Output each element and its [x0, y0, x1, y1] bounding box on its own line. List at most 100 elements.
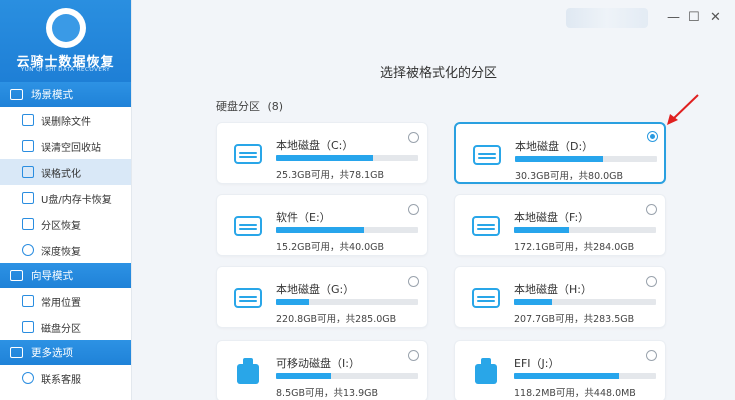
- usage-bar: [276, 227, 418, 233]
- partition-stats: 8.5GB可用，共13.9GB: [276, 388, 379, 399]
- usage-bar-fill: [276, 155, 373, 161]
- partition-radio[interactable]: [408, 132, 419, 143]
- hard-drive-icon: [234, 284, 262, 310]
- nav-section-label: 更多选项: [31, 347, 73, 359]
- usage-bar: [276, 299, 418, 305]
- partition-name: 本地磁盘（F:）: [514, 211, 590, 224]
- usage-bar: [276, 373, 418, 379]
- partition-card[interactable]: 软件（E:） 15.2GB可用，共40.0GB: [216, 194, 428, 256]
- sidebar-item-common-location[interactable]: 常用位置: [0, 288, 131, 314]
- hard-drive-icon: [234, 212, 262, 238]
- partition-stats: 30.3GB可用，共80.0GB: [515, 171, 624, 182]
- partition-card[interactable]: 可移动磁盘（I:） 8.5GB可用，共13.9GB: [216, 340, 428, 400]
- sidebar-item-label: 联系客服: [41, 374, 81, 386]
- usage-bar: [514, 373, 656, 379]
- sidebar-item-formatted[interactable]: 误格式化: [0, 159, 131, 185]
- usb-card-icon: [22, 192, 34, 204]
- nav-section-scene-mode[interactable]: 场景模式: [0, 82, 131, 107]
- partition-radio[interactable]: [408, 350, 419, 361]
- sidebar-item-label: 深度恢复: [41, 246, 81, 258]
- partition-radio[interactable]: [408, 276, 419, 287]
- usage-bar-fill: [515, 156, 604, 162]
- partition-card[interactable]: 本地磁盘（H:） 207.7GB可用，共283.5GB: [454, 266, 666, 328]
- usage-bar-fill: [276, 299, 309, 305]
- partition-stats: 172.1GB可用，共284.0GB: [514, 242, 635, 253]
- nav-section-label: 场景模式: [31, 89, 73, 101]
- menu-icon: [10, 347, 23, 358]
- trash-icon: [22, 114, 34, 126]
- partition-radio[interactable]: [646, 276, 657, 287]
- sidebar-item-disk-partition[interactable]: 磁盘分区: [0, 314, 131, 340]
- partition-name: 本地磁盘（D:）: [515, 140, 594, 153]
- usage-bar-fill: [514, 299, 553, 305]
- partition-radio[interactable]: [408, 204, 419, 215]
- partition-radio[interactable]: [646, 204, 657, 215]
- sidebar-item-label: 误格式化: [41, 168, 81, 180]
- partition-card[interactable]: 本地磁盘（G:） 220.8GB可用，共285.0GB: [216, 266, 428, 328]
- partition-card[interactable]: EFI（J:） 118.2MB可用，共448.0MB: [454, 340, 666, 400]
- partition-stats: 25.3GB可用，共78.1GB: [276, 170, 385, 181]
- sidebar-item-label: 磁盘分区: [41, 323, 81, 335]
- usage-bar-fill: [276, 227, 365, 233]
- main-panel: 选择被格式化的分区 硬盘分区 (8) 本地磁盘（C:） 25.3GB可用，共78.…: [132, 0, 735, 400]
- sidebar-item-recycle-bin[interactable]: 误清空回收站: [0, 133, 131, 159]
- nav-section-label: 向导模式: [31, 270, 73, 282]
- scene-mode-icon: [10, 89, 23, 100]
- partition-name: 软件（E:）: [276, 211, 331, 224]
- red-arrow-annotation: [667, 94, 699, 125]
- partition-stats: 220.8GB可用，共285.0GB: [276, 314, 397, 325]
- app-logo-icon: [46, 8, 86, 48]
- usage-bar: [514, 227, 656, 233]
- partition-name: 本地磁盘（H:）: [514, 283, 592, 296]
- usage-bar-fill: [514, 227, 570, 233]
- sidebar-item-usb-card[interactable]: U盘/内存卡恢复: [0, 185, 131, 211]
- sidebar-item-label: 分区恢复: [41, 220, 81, 232]
- hard-drive-icon: [472, 284, 500, 310]
- common-location-icon: [22, 295, 34, 307]
- partition-name: EFI（J:）: [514, 357, 560, 370]
- sidebar-item-label: 误删除文件: [41, 116, 91, 128]
- sidebar-item-contact-support[interactable]: 联系客服: [0, 365, 131, 391]
- nav-section-more-options[interactable]: 更多选项: [0, 340, 131, 365]
- nav-section-wizard-mode[interactable]: 向导模式: [0, 263, 131, 288]
- partition-radio[interactable]: [647, 131, 658, 142]
- hard-drive-icon: [234, 140, 262, 166]
- partition-stats: 118.2MB可用，共448.0MB: [514, 388, 636, 399]
- usage-bar-fill: [514, 373, 620, 379]
- format-icon: [22, 166, 34, 178]
- sidebar-item-deleted-files[interactable]: 误删除文件: [0, 107, 131, 133]
- page-title: 选择被格式化的分区: [380, 66, 498, 81]
- app-subtitle: YUN QI SHI DATA RECOVERY: [20, 67, 111, 73]
- partition-card[interactable]: 本地磁盘（D:） 30.3GB可用，共80.0GB: [454, 122, 666, 184]
- hard-drive-icon: [472, 212, 500, 238]
- customer-service-icon: [22, 372, 34, 384]
- partition-card[interactable]: 本地磁盘（F:） 172.1GB可用，共284.0GB: [454, 194, 666, 256]
- partition-name: 本地磁盘（C:）: [276, 139, 354, 152]
- sidebar-item-partition-recovery[interactable]: 分区恢复: [0, 211, 131, 237]
- partition-name: 本地磁盘（G:）: [276, 283, 355, 296]
- section-label-text: 硬盘分区: [216, 100, 260, 113]
- removable-drive-icon: [472, 358, 500, 384]
- deep-scan-icon: [22, 244, 34, 256]
- usage-bar: [514, 299, 656, 305]
- partition-stats: 15.2GB可用，共40.0GB: [276, 242, 385, 253]
- partition-card[interactable]: 本地磁盘（C:） 25.3GB可用，共78.1GB: [216, 122, 428, 184]
- partition-stats: 207.7GB可用，共283.5GB: [514, 314, 635, 325]
- usage-bar-fill: [276, 373, 332, 379]
- section-label: 硬盘分区 (8): [216, 98, 283, 114]
- hard-drive-icon: [473, 141, 501, 167]
- partition-name: 可移动磁盘（I:）: [276, 357, 360, 370]
- usage-bar: [276, 155, 418, 161]
- sidebar-item-label: 常用位置: [41, 297, 81, 309]
- disk-partition-icon: [22, 321, 34, 333]
- partition-radio[interactable]: [646, 350, 657, 361]
- wizard-mode-icon: [10, 270, 23, 281]
- recycle-bin-icon: [22, 140, 34, 152]
- partition-icon: [22, 218, 34, 230]
- sidebar-item-deep-recovery[interactable]: 深度恢复: [0, 237, 131, 263]
- sidebar-item-label: U盘/内存卡恢复: [41, 194, 112, 206]
- removable-drive-icon: [234, 358, 262, 384]
- logo-area: 云骑士数据恢复 YUN QI SHI DATA RECOVERY: [0, 0, 131, 82]
- usage-bar: [515, 156, 657, 162]
- section-count: (8): [267, 100, 284, 113]
